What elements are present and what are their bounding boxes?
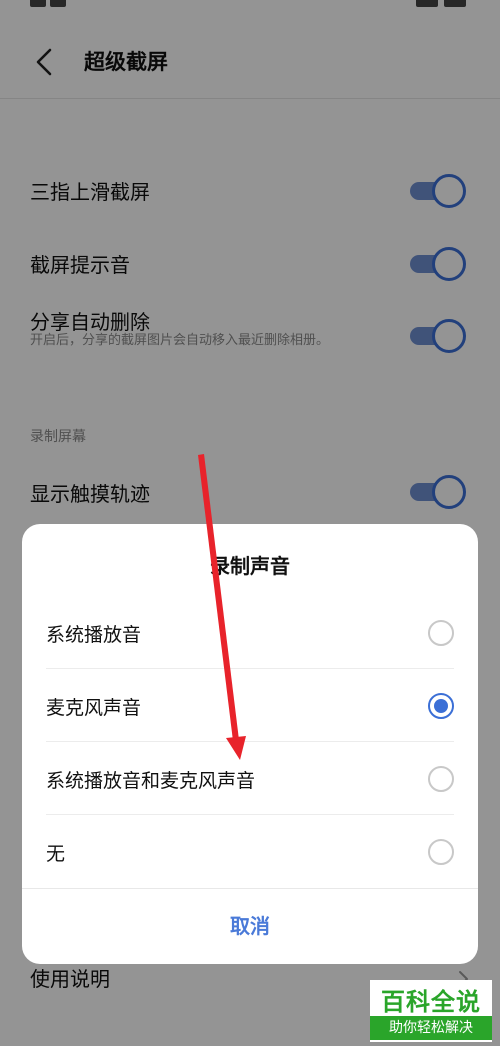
option-microphone[interactable]: 麦克风声音 — [22, 669, 478, 742]
option-label: 麦克风声音 — [46, 697, 142, 719]
radio-button[interactable] — [428, 620, 454, 646]
watermark-title: 百科全说 — [381, 988, 481, 1016]
option-label: 系统播放音 — [46, 624, 142, 646]
radio-button[interactable] — [428, 839, 454, 865]
option-system-and-microphone[interactable]: 系统播放音和麦克风声音 — [22, 742, 478, 815]
record-sound-dialog: 录制声音 系统播放音 麦克风声音 系统播放音和麦克风声音 无 取消 — [22, 524, 478, 964]
option-label: 系统播放音和麦克风声音 — [46, 770, 256, 792]
watermark-logo: 百科全说 助你轻松解决 — [370, 980, 492, 1042]
option-label: 无 — [46, 843, 66, 865]
watermark-subtitle: 助你轻松解决 — [370, 1016, 492, 1040]
radio-button-checked[interactable] — [428, 693, 454, 719]
dialog-title: 录制声音 — [210, 554, 290, 578]
option-system-audio[interactable]: 系统播放音 — [22, 596, 478, 669]
cancel-button[interactable]: 取消 — [22, 889, 478, 964]
option-none[interactable]: 无 — [22, 815, 478, 888]
radio-button[interactable] — [428, 766, 454, 792]
